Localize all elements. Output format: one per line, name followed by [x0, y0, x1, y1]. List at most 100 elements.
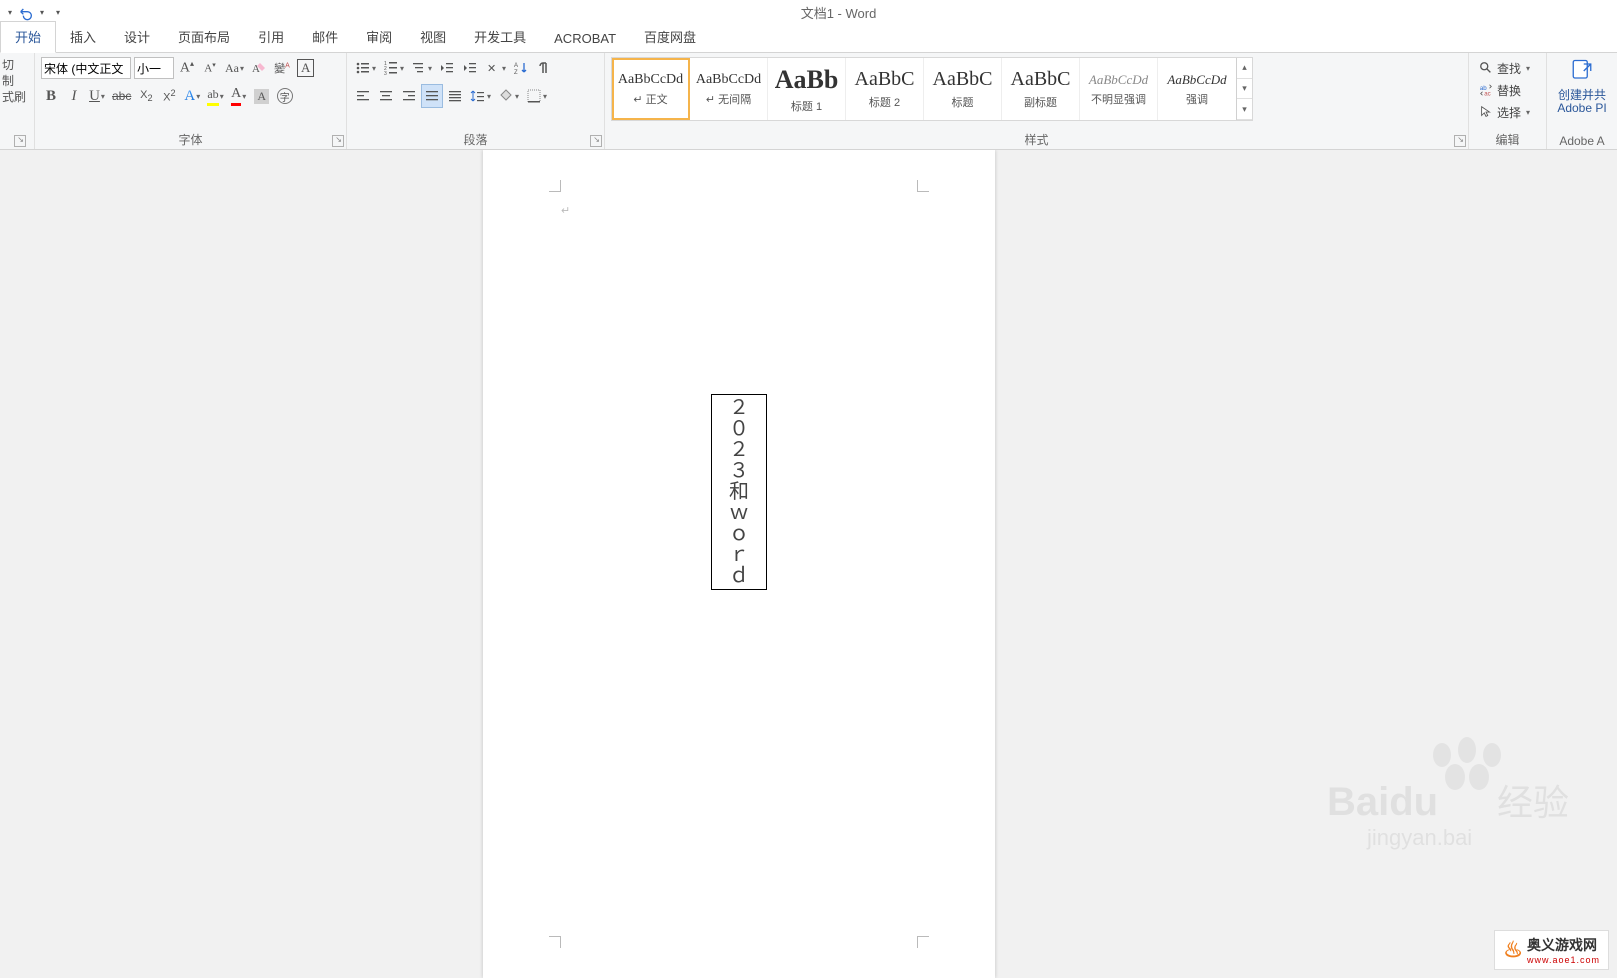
margin-mark-bottom-left: [549, 936, 561, 948]
text-effects-button[interactable]: A▾: [182, 85, 202, 107]
asian-layout-button[interactable]: ✕▾: [483, 57, 508, 79]
font-dialog-launcher[interactable]: [332, 135, 344, 147]
ribbon-tabs: 开始 插入 设计 页面布局 引用 邮件 审阅 视图 开发工具 ACROBAT 百…: [0, 25, 1617, 53]
bullets-button[interactable]: ▾: [353, 57, 378, 79]
character-border-button[interactable]: A: [295, 57, 316, 79]
baidu-watermark: Baidu 经验 jingyan.bai: [1327, 735, 1587, 858]
style-title[interactable]: AaBbC 标题: [924, 58, 1002, 120]
svg-text:Z: Z: [514, 70, 518, 76]
show-hide-marks-button[interactable]: [534, 57, 554, 79]
format-painter-button[interactable]: 式刷: [2, 89, 28, 105]
tab-references[interactable]: 引用: [244, 22, 298, 52]
font-name-combo[interactable]: [41, 57, 131, 79]
style-no-spacing[interactable]: AaBbCcDd ↵ 无间隔: [690, 58, 768, 120]
margin-mark-top-right: [917, 180, 929, 192]
change-case-button[interactable]: Aa▾: [223, 57, 246, 79]
align-right-button[interactable]: [399, 85, 419, 107]
multilevel-list-button[interactable]: ▾: [409, 57, 434, 79]
enclose-characters-button[interactable]: 字: [275, 85, 295, 107]
shading-button[interactable]: ▾: [496, 85, 521, 107]
cut-button[interactable]: 切: [2, 57, 28, 73]
paragraph-dialog-launcher[interactable]: [590, 135, 602, 147]
tab-design[interactable]: 设计: [110, 22, 164, 52]
style-normal[interactable]: AaBbCcDd ↵ 正文: [612, 58, 690, 120]
tab-home[interactable]: 开始: [0, 21, 56, 53]
svg-text:✕: ✕: [487, 63, 496, 75]
font-group-label: 字体: [41, 129, 340, 149]
window-title: 文档1 - Word: [64, 3, 1613, 22]
replace-button[interactable]: abac 替换: [1475, 79, 1525, 101]
character-shading-button[interactable]: A: [252, 85, 272, 107]
underline-button[interactable]: U▾: [87, 85, 107, 107]
tab-page-layout[interactable]: 页面布局: [164, 22, 244, 52]
superscript-button[interactable]: X2: [159, 85, 179, 107]
gallery-scroll-up[interactable]: ▴: [1237, 58, 1252, 79]
svg-text:经验: 经验: [1497, 782, 1569, 823]
bold-button[interactable]: B: [41, 85, 61, 107]
align-center-button[interactable]: [376, 85, 396, 107]
tab-review[interactable]: 审阅: [352, 22, 406, 52]
svg-text:A: A: [514, 63, 518, 69]
align-justify-button[interactable]: [422, 85, 442, 107]
qat-customize-dropdown[interactable]: ▾: [4, 8, 16, 17]
align-left-button[interactable]: [353, 85, 373, 107]
clipboard-dialog-launcher[interactable]: [14, 135, 26, 147]
svg-text:jingyan.bai: jingyan.bai: [1366, 825, 1472, 850]
style-subtle-emphasis[interactable]: AaBbCcDd 不明显强调: [1080, 58, 1158, 120]
phonetic-guide-button[interactable]: 變A: [272, 57, 292, 79]
italic-button[interactable]: I: [64, 85, 84, 107]
editing-group-label: 编辑: [1475, 129, 1540, 149]
find-button[interactable]: 查找▾: [1475, 57, 1534, 79]
subscript-button[interactable]: X2: [136, 85, 156, 107]
vertical-text-box[interactable]: ２０２３和ｗｏｒｄ: [711, 394, 767, 590]
grow-font-button[interactable]: A▴: [177, 57, 197, 79]
paragraph-mark: ↵: [561, 204, 570, 217]
undo-dropdown[interactable]: ▾: [36, 8, 48, 17]
numbering-button[interactable]: 123▾: [381, 57, 406, 79]
align-distributed-button[interactable]: [445, 85, 465, 107]
style-heading2[interactable]: AaBbC 标题 2: [846, 58, 924, 120]
borders-button[interactable]: ▾: [524, 85, 549, 107]
tab-view[interactable]: 视图: [406, 22, 460, 52]
paragraph-group-label: 段落: [353, 129, 598, 149]
tab-developer[interactable]: 开发工具: [460, 22, 540, 52]
copy-button[interactable]: 制: [2, 73, 28, 89]
svg-text:3: 3: [384, 71, 387, 76]
sort-button[interactable]: AZ: [511, 57, 531, 79]
tab-acrobat[interactable]: ACROBAT: [540, 26, 630, 52]
gallery-scroll-down[interactable]: ▾: [1237, 79, 1252, 100]
document-canvas[interactable]: ↵ ２０２３和ｗｏｒｄ Baidu 经验 jingyan.bai ♨ 奥义游戏网…: [0, 150, 1617, 978]
shrink-font-button[interactable]: A▾: [200, 57, 220, 79]
corner-site-logo: ♨ 奥义游戏网 www.aoe1.com: [1494, 930, 1609, 970]
tab-mailings[interactable]: 邮件: [298, 22, 352, 52]
font-size-combo[interactable]: [134, 57, 174, 79]
adobe-group-label: Adobe A: [1553, 132, 1611, 149]
margin-mark-bottom-right: [917, 936, 929, 948]
flame-icon: ♨: [1503, 937, 1523, 963]
tab-baidu-netdisk[interactable]: 百度网盘: [630, 22, 710, 52]
gallery-expand[interactable]: ▾: [1237, 99, 1252, 120]
create-share-adobe-button[interactable]: 创建并共 Adobe PI: [1553, 57, 1611, 115]
styles-dialog-launcher[interactable]: [1454, 135, 1466, 147]
clipboard-group-label: [2, 132, 28, 149]
clear-formatting-button[interactable]: A: [249, 57, 269, 79]
styles-gallery: AaBbCcDd ↵ 正文 AaBbCcDd ↵ 无间隔 AaBb 标题 1 A…: [611, 57, 1253, 121]
style-heading1[interactable]: AaBb 标题 1: [768, 58, 846, 120]
strikethrough-button[interactable]: abc: [110, 85, 133, 107]
margin-mark-top-left: [549, 180, 561, 192]
qat-more-dropdown[interactable]: ▾: [52, 8, 64, 17]
document-page[interactable]: ↵ ２０２３和ｗｏｒｄ: [483, 150, 995, 978]
highlight-button[interactable]: ab▾: [205, 85, 225, 107]
ribbon: 切 制 式刷 A▴ A▾ Aa▾ A 變A A B I: [0, 53, 1617, 150]
font-color-button[interactable]: A▾: [229, 85, 249, 107]
increase-indent-button[interactable]: [460, 57, 480, 79]
style-emphasis[interactable]: AaBbCcDd 强调: [1158, 58, 1236, 120]
style-subtitle[interactable]: AaBbC 副标题: [1002, 58, 1080, 120]
line-spacing-button[interactable]: ▾: [468, 85, 493, 107]
styles-group-label: 样式: [611, 129, 1462, 149]
select-button[interactable]: 选择▾: [1475, 101, 1534, 123]
svg-text:Baidu: Baidu: [1327, 780, 1438, 824]
svg-text:ac: ac: [1484, 90, 1490, 97]
tab-insert[interactable]: 插入: [56, 22, 110, 52]
decrease-indent-button[interactable]: [437, 57, 457, 79]
